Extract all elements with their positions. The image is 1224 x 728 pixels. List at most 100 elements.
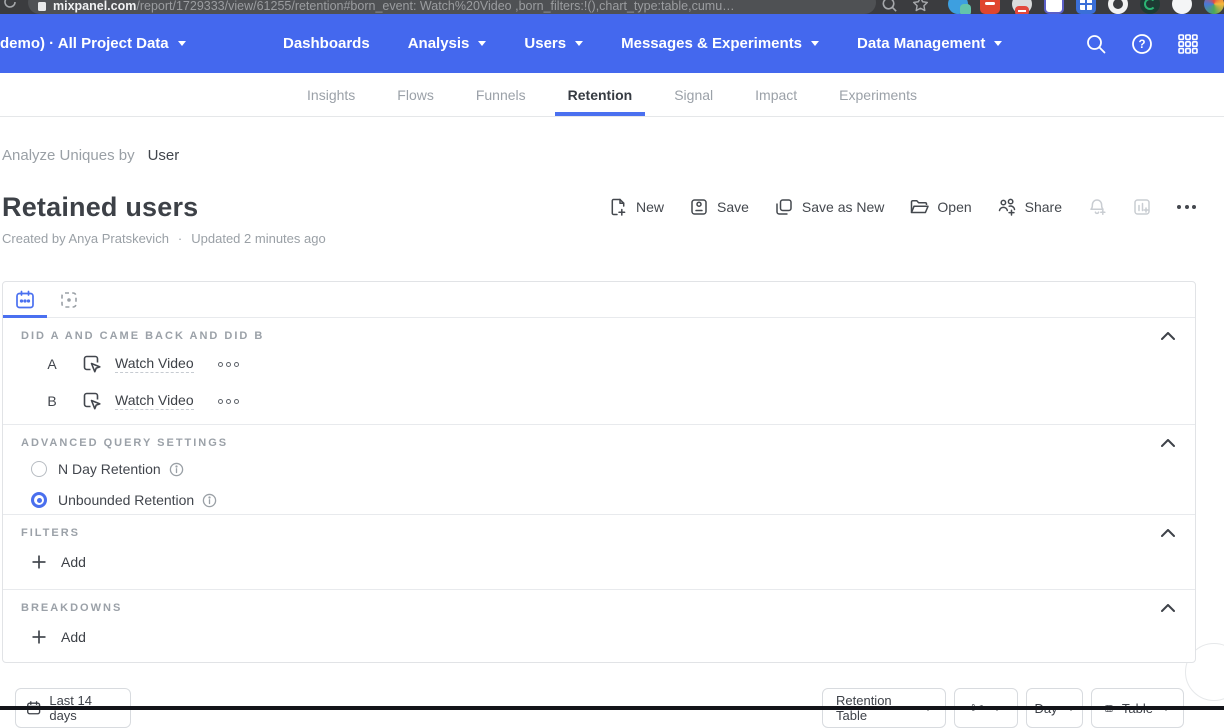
reload-icon[interactable] xyxy=(2,0,18,14)
tab-signal[interactable]: Signal xyxy=(672,73,715,116)
collapse-chevron-icon[interactable] xyxy=(1161,604,1175,612)
save-as-new-button[interactable]: Save as New xyxy=(774,197,884,217)
add-breakdown-button[interactable]: Add xyxy=(31,629,1175,645)
share-button[interactable]: Share xyxy=(997,197,1062,217)
section-advanced-settings: ADVANCED QUERY SETTINGS N Day Retention … xyxy=(3,425,1195,515)
url-path: /report/1729333/view/61255/retention#bor… xyxy=(136,0,734,13)
section-breakdowns: BREAKDOWNS Add xyxy=(3,590,1195,663)
chevron-down-icon xyxy=(811,41,819,46)
project-label: demo) · All Project Data xyxy=(0,35,169,52)
apps-grid-icon[interactable] xyxy=(1176,32,1200,56)
extension-chat-icon[interactable] xyxy=(948,0,968,14)
step-label: A xyxy=(43,356,61,372)
chevron-down-icon xyxy=(178,41,186,46)
new-button[interactable]: New xyxy=(608,197,664,217)
step-label: B xyxy=(43,393,61,409)
tab-events-builder[interactable] xyxy=(14,289,36,311)
open-button[interactable]: Open xyxy=(909,197,971,217)
calendar-query-icon xyxy=(14,289,36,311)
tab-impact[interactable]: Impact xyxy=(753,73,799,116)
save-button[interactable]: Save xyxy=(689,197,749,217)
row-options-button[interactable] xyxy=(218,399,239,404)
tab-cohort-selector[interactable] xyxy=(60,291,78,309)
event-row-a: A Watch Video xyxy=(21,349,1175,379)
event-click-icon[interactable] xyxy=(81,353,103,375)
nav-item-messages-experiments[interactable]: Messages & Experiments xyxy=(621,35,819,52)
new-document-icon xyxy=(608,197,628,217)
report-meta: Created by Anya Pratskevich · Updated 2 … xyxy=(2,231,326,246)
extension-purple-icon[interactable] xyxy=(1044,0,1064,14)
section-title: BREAKDOWNS xyxy=(21,602,122,614)
nav-item-data-management[interactable]: Data Management xyxy=(857,35,1002,52)
chevron-down-icon xyxy=(575,41,583,46)
info-icon[interactable] xyxy=(169,462,184,477)
alert-bell-button[interactable] xyxy=(1087,197,1107,217)
nav-item-analysis[interactable]: Analysis xyxy=(408,35,487,52)
extension-record-icon[interactable] xyxy=(1108,0,1128,14)
nav-item-users[interactable]: Users xyxy=(524,35,583,52)
nav-item-dashboards[interactable]: Dashboards xyxy=(283,35,370,52)
analyze-entity-selector[interactable]: User xyxy=(148,147,180,164)
add-filter-button[interactable]: Add xyxy=(31,554,1175,570)
url-bar[interactable]: mixpanel.com/report/1729333/view/61255/r… xyxy=(28,0,876,14)
profile-avatar[interactable] xyxy=(1204,0,1224,14)
share-users-icon xyxy=(997,197,1017,217)
analyze-row: Analyze Uniques by User xyxy=(2,147,179,164)
created-by: Created by Anya Pratskevich xyxy=(2,231,169,246)
radio-unbounded-retention[interactable]: Unbounded Retention xyxy=(31,489,1175,511)
collapse-chevron-icon[interactable] xyxy=(1161,332,1175,340)
folder-open-icon xyxy=(909,197,929,217)
query-builder-panel: DID A AND CAME BACK AND DID B A Watch Vi… xyxy=(2,281,1196,663)
extension-sheet-icon[interactable] xyxy=(1076,0,1096,14)
section-filters: FILTERS Add xyxy=(3,515,1195,590)
event-selector[interactable]: Watch Video xyxy=(115,392,194,410)
event-row-b: B Watch Video xyxy=(21,386,1175,416)
svg-text:?: ? xyxy=(1138,39,1145,51)
tab-experiments[interactable]: Experiments xyxy=(837,73,919,116)
more-options-button[interactable] xyxy=(1177,205,1196,209)
extension-red-icon[interactable] xyxy=(980,0,1000,14)
page-title: Retained users xyxy=(2,192,198,223)
bookmark-star-icon[interactable] xyxy=(911,0,930,14)
section-retention-steps: DID A AND CAME BACK AND DID B A Watch Vi… xyxy=(3,318,1195,425)
extension-puzzle-icon[interactable] xyxy=(1172,0,1192,14)
extension-mail-icon[interactable] xyxy=(1012,0,1032,14)
bell-icon xyxy=(1087,197,1107,217)
query-panel-tabs xyxy=(3,282,1195,318)
info-icon[interactable] xyxy=(202,493,217,508)
help-icon[interactable]: ? xyxy=(1130,32,1154,56)
report-toolbar: New Save Save as New Open Share xyxy=(608,194,1196,220)
row-options-button[interactable] xyxy=(218,362,239,367)
plus-icon xyxy=(31,629,47,645)
event-click-icon[interactable] xyxy=(81,390,103,412)
tab-insights[interactable]: Insights xyxy=(305,73,357,116)
collapse-chevron-icon[interactable] xyxy=(1161,439,1175,447)
plus-icon xyxy=(31,554,47,570)
search-icon[interactable] xyxy=(1084,32,1108,56)
section-title: FILTERS xyxy=(21,527,80,539)
analyze-prefix: Analyze Uniques by xyxy=(2,147,135,164)
copy-icon xyxy=(774,197,794,217)
radio-selected-icon xyxy=(31,492,47,508)
report-tabs: Insights Flows Funnels Retention Signal … xyxy=(0,73,1224,117)
nav-items: Dashboards Analysis Users Messages & Exp… xyxy=(283,14,1002,73)
add-to-dashboard-button[interactable] xyxy=(1132,197,1152,217)
browser-search-icon[interactable] xyxy=(880,0,899,14)
collapse-chevron-icon[interactable] xyxy=(1161,529,1175,537)
section-title: DID A AND CAME BACK AND DID B xyxy=(21,330,264,342)
project-switcher[interactable]: demo) · All Project Data xyxy=(0,14,186,73)
extension-green-icon[interactable] xyxy=(1140,0,1160,14)
tab-retention[interactable]: Retention xyxy=(566,73,635,116)
tab-flows[interactable]: Flows xyxy=(395,73,436,116)
event-selector[interactable]: Watch Video xyxy=(115,355,194,373)
browser-chrome: mixpanel.com/report/1729333/view/61255/r… xyxy=(0,0,1224,14)
radio-icon xyxy=(31,461,47,477)
chevron-down-icon xyxy=(994,41,1002,46)
bottom-edge-strip xyxy=(0,706,1224,710)
tab-funnels[interactable]: Funnels xyxy=(474,73,528,116)
meta-separator: · xyxy=(178,231,182,246)
radio-n-day-retention[interactable]: N Day Retention xyxy=(31,458,1175,480)
url-domain: mixpanel.com xyxy=(53,0,136,13)
chevron-down-icon xyxy=(478,41,486,46)
section-title: ADVANCED QUERY SETTINGS xyxy=(21,437,228,449)
